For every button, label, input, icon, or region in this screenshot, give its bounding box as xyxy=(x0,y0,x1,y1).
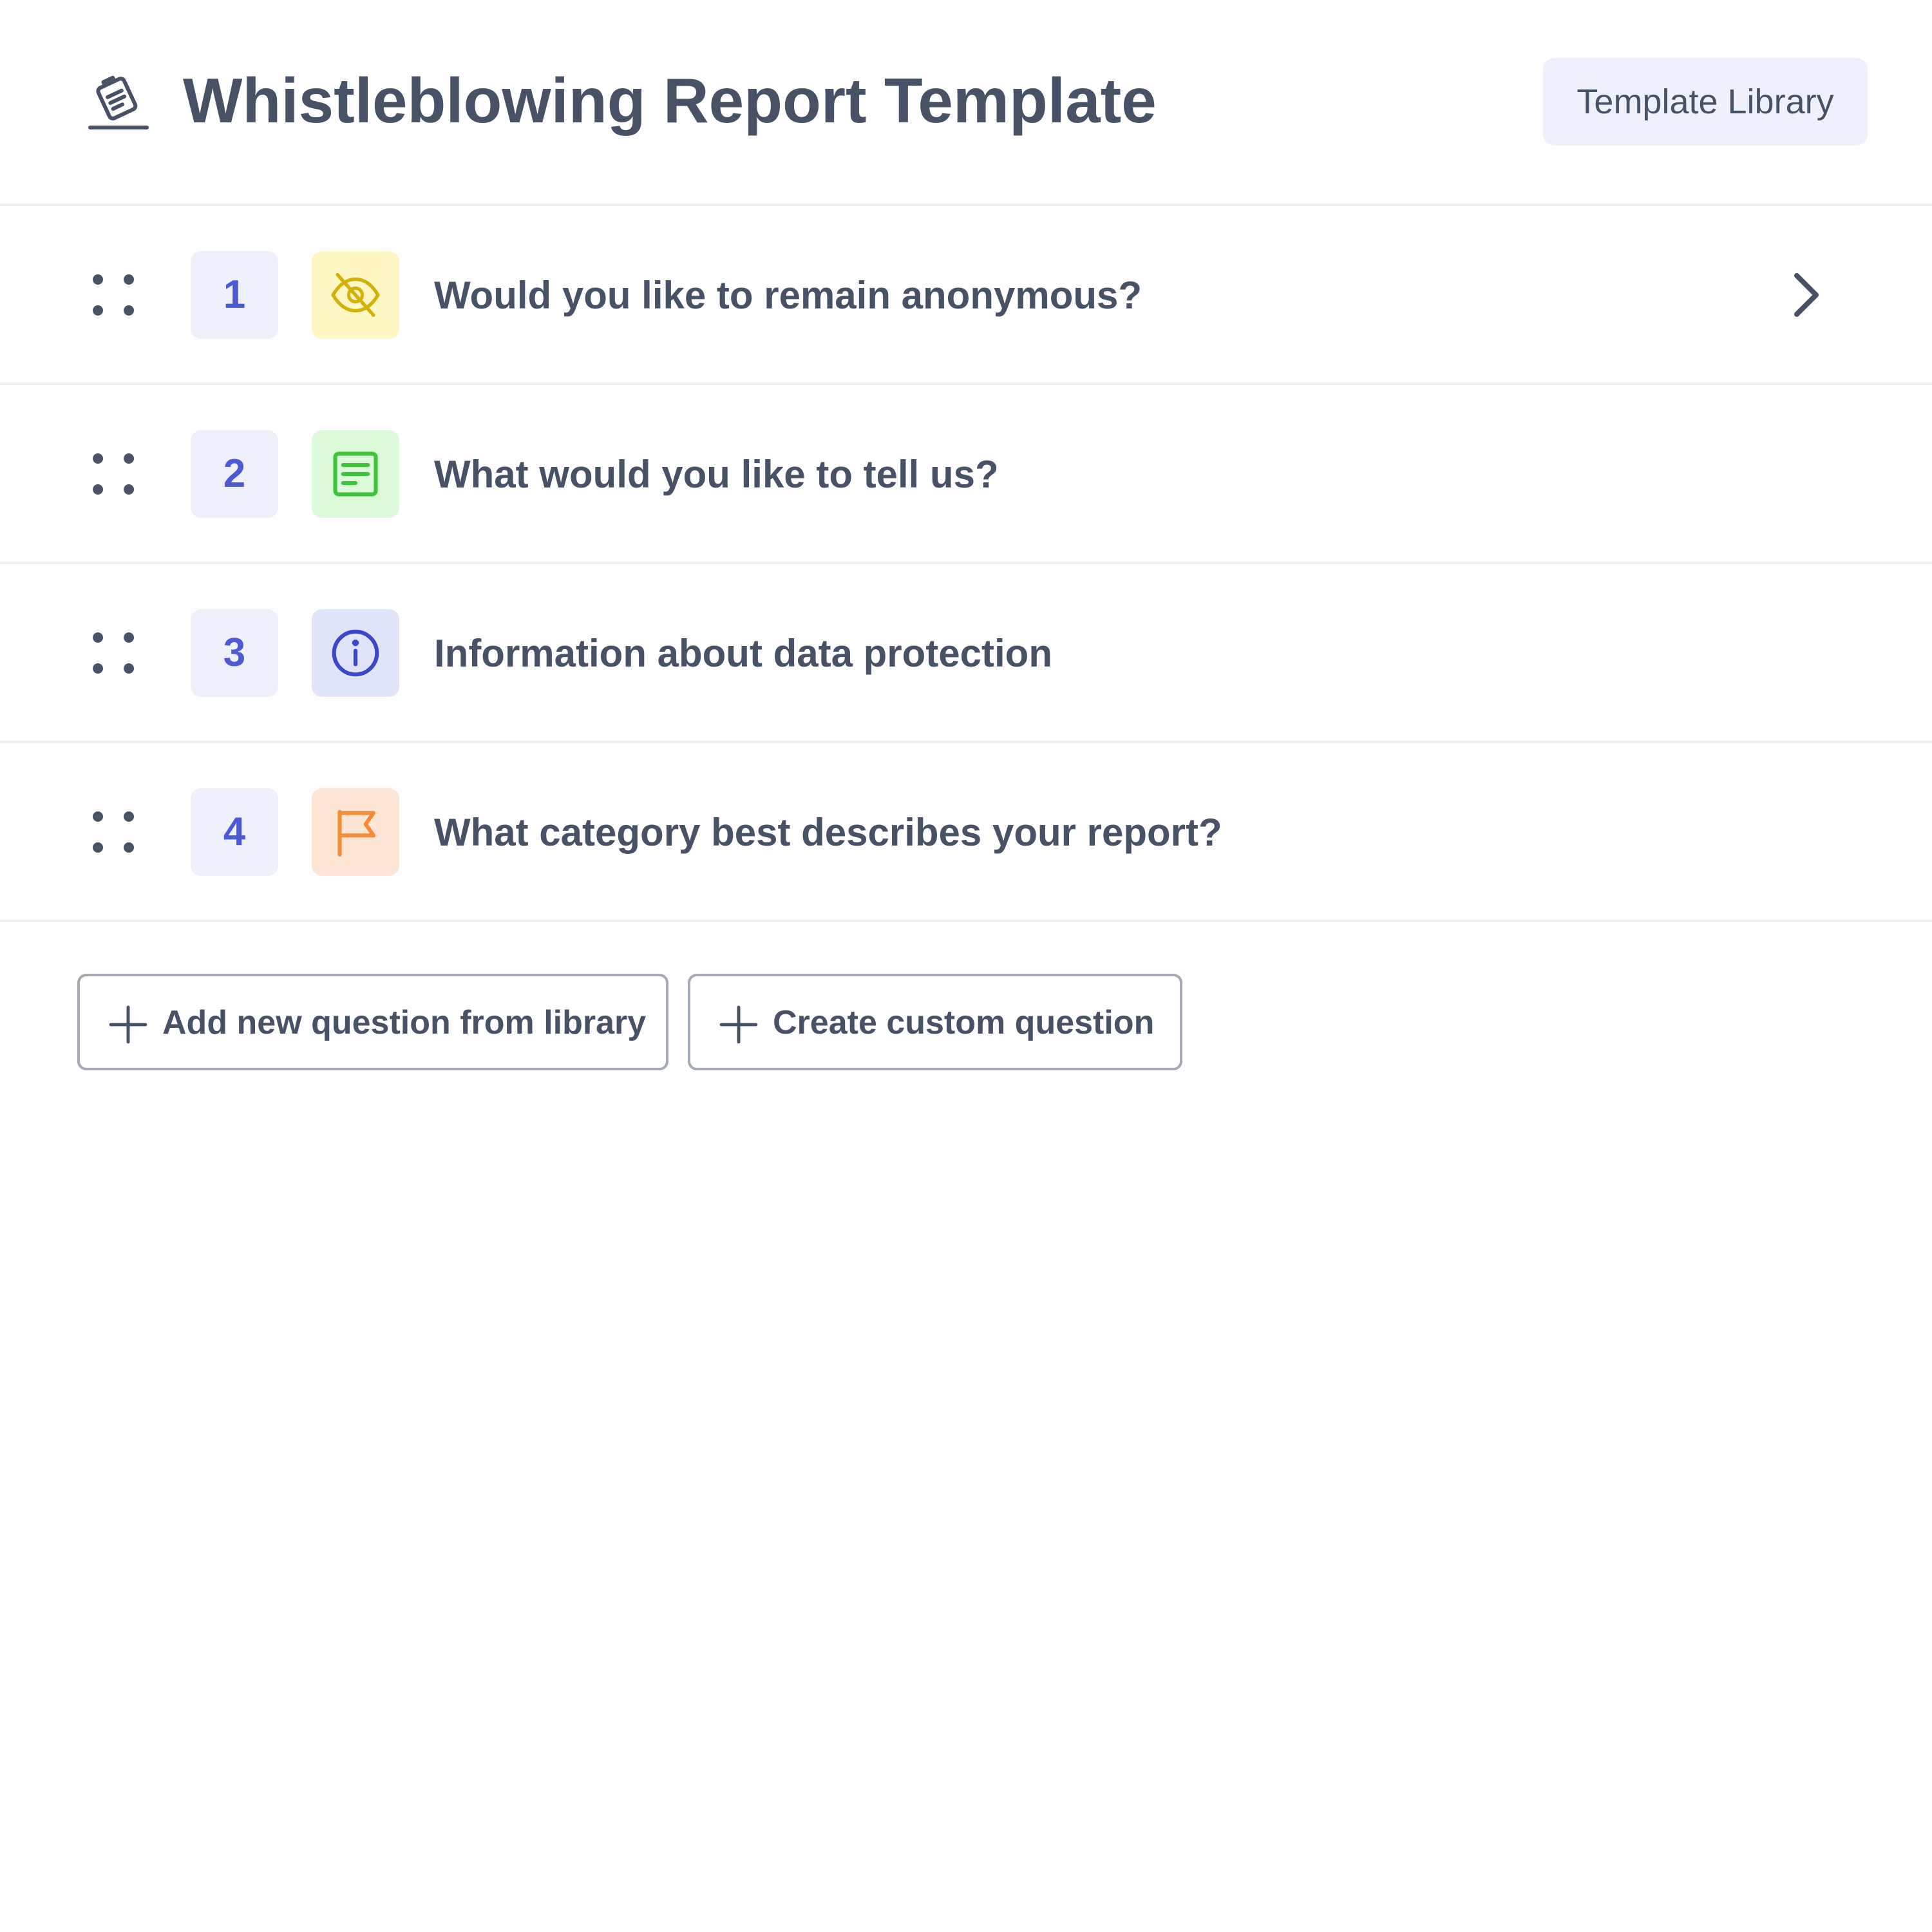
question-number: 1 xyxy=(191,251,278,339)
question-type-badge xyxy=(312,788,399,876)
clipboard-pen-icon xyxy=(88,71,149,133)
question-label: Information about data protection xyxy=(434,632,1052,675)
eye-off-icon xyxy=(328,268,383,322)
add-question-from-library-label: Add new question from library xyxy=(162,1004,647,1041)
create-custom-question-button[interactable]: Create custom question xyxy=(688,974,1182,1070)
question-list: 1 Would you like to remain anonymous? 2 … xyxy=(0,206,1932,922)
question-type-badge xyxy=(312,430,399,518)
question-row[interactable]: 2 What would you like to tell us? xyxy=(0,385,1932,564)
question-row[interactable]: 4 What category best describes your repo… xyxy=(0,743,1932,922)
question-type-badge xyxy=(312,609,399,697)
plus-icon xyxy=(108,1005,148,1045)
text-lines-icon xyxy=(328,447,383,501)
info-icon xyxy=(328,626,383,680)
question-label: Would you like to remain anonymous? xyxy=(434,274,1142,317)
create-custom-question-label: Create custom question xyxy=(773,1004,1155,1041)
chevron-right-icon[interactable] xyxy=(1777,268,1832,322)
drag-handle-icon[interactable] xyxy=(90,630,137,676)
question-number: 2 xyxy=(191,430,278,518)
page-title: Whistleblowing Report Template xyxy=(183,65,1157,136)
drag-handle-icon[interactable] xyxy=(90,272,137,318)
question-type-badge xyxy=(312,251,399,339)
template-library-button[interactable]: Template Library xyxy=(1543,58,1868,146)
template-editor: Whistleblowing Report Template Template … xyxy=(0,0,1932,1932)
question-number: 3 xyxy=(191,609,278,697)
plus-icon xyxy=(719,1005,759,1045)
question-label: What category best describes your report… xyxy=(434,811,1222,854)
question-row[interactable]: 1 Would you like to remain anonymous? xyxy=(0,206,1932,385)
question-label: What would you like to tell us? xyxy=(434,453,999,496)
add-question-from-library-button[interactable]: Add new question from library xyxy=(77,974,668,1070)
drag-handle-icon[interactable] xyxy=(90,451,137,497)
question-number: 4 xyxy=(191,788,278,876)
question-row[interactable]: 3 Information about data protection xyxy=(0,564,1932,743)
page-header: Whistleblowing Report Template Template … xyxy=(0,0,1932,206)
flag-icon xyxy=(328,805,383,859)
drag-handle-icon[interactable] xyxy=(90,809,137,855)
